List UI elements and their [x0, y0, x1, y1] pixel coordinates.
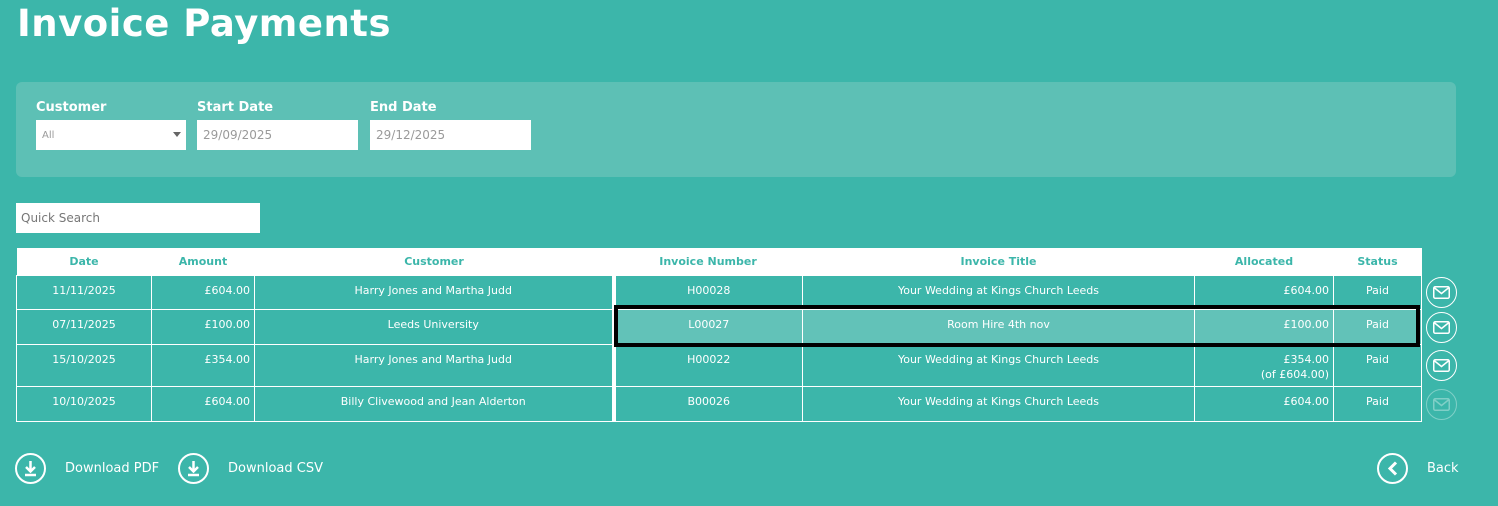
envelope-icon [1433, 321, 1450, 334]
email-button-disabled[interactable] [1426, 389, 1457, 420]
chevron-left-icon [1377, 452, 1408, 484]
start-date-label: Start Date [197, 100, 274, 115]
email-button[interactable] [1426, 277, 1457, 308]
end-date-value: 29/12/2025 [376, 128, 446, 142]
cell-invoice-title: Your Wedding at Kings Church Leeds [802, 274, 1195, 310]
table-row[interactable]: 15/10/2025 £354.00 Harry Jones and Marth… [16, 343, 1422, 387]
cell-invoice-title: Room Hire 4th nov [802, 308, 1195, 345]
column-header-invoice-number[interactable]: Invoice Number [613, 248, 803, 275]
chevron-down-icon [173, 132, 181, 137]
column-header-customer[interactable]: Customer [254, 248, 614, 275]
cell-status: Paid [1333, 385, 1422, 422]
cell-date: 07/11/2025 [16, 308, 152, 345]
cell-amount: £604.00 [151, 274, 255, 310]
cell-customer: Billy Clivewood and Jean Alderton [254, 385, 614, 422]
back-label: Back [1427, 460, 1459, 476]
start-date-filter: Start Date 29/09/2025 [197, 100, 358, 150]
column-header-date[interactable]: Date [16, 248, 152, 275]
cell-customer: Harry Jones and Martha Judd [254, 274, 614, 310]
cell-invoice-number: L00027 [611, 308, 803, 345]
customer-select-value: All [42, 129, 55, 141]
cell-allocated: £604.00 [1194, 274, 1334, 310]
column-header-invoice-title[interactable]: Invoice Title [802, 248, 1195, 275]
cell-allocated: £354.00 (of £604.00) [1194, 343, 1334, 387]
envelope-icon [1433, 398, 1450, 411]
cell-status: Paid [1333, 343, 1422, 387]
back-button[interactable]: Back [1377, 452, 1459, 484]
start-date-input[interactable]: 29/09/2025 [197, 120, 358, 150]
allocated-value: £354.00 [1283, 352, 1330, 366]
allocated-note: (of £604.00) [1260, 367, 1329, 381]
download-csv-label: Download CSV [228, 460, 323, 476]
page-title: Invoice Payments [17, 2, 392, 45]
download-pdf-label: Download PDF [65, 460, 160, 476]
download-icon [15, 452, 46, 484]
end-date-label: End Date [370, 100, 437, 115]
cell-amount: £100.00 [151, 308, 255, 345]
cell-invoice-title: Your Wedding at Kings Church Leeds [802, 343, 1195, 387]
download-icon [178, 452, 209, 484]
cell-status: Paid [1333, 308, 1422, 345]
cell-amount: £604.00 [151, 385, 255, 422]
search-input[interactable]: Quick Search [16, 203, 260, 233]
cell-date: 15/10/2025 [16, 343, 152, 387]
envelope-icon [1433, 359, 1450, 372]
start-date-value: 29/09/2025 [203, 128, 273, 142]
email-button[interactable] [1426, 312, 1457, 343]
table-row[interactable]: 11/11/2025 £604.00 Harry Jones and Marth… [16, 274, 1422, 310]
download-csv-button[interactable]: Download CSV [178, 452, 323, 484]
cell-invoice-title: Your Wedding at Kings Church Leeds [802, 385, 1195, 422]
allocated-value: £604.00 [1283, 394, 1330, 408]
allocated-value: £100.00 [1283, 317, 1330, 331]
cell-status: Paid [1333, 274, 1422, 310]
email-button[interactable] [1426, 350, 1457, 381]
filter-panel: Customer All Start Date 29/09/2025 End D… [16, 82, 1456, 177]
table-header-row: Date Amount Customer Invoice Number Invo… [16, 248, 1422, 275]
customer-filter: Customer All [36, 100, 186, 150]
cell-amount: £354.00 [151, 343, 255, 387]
column-header-amount[interactable]: Amount [151, 248, 255, 275]
cell-allocated: £604.00 [1194, 385, 1334, 422]
cell-customer: Harry Jones and Martha Judd [254, 343, 614, 387]
cell-customer: Leeds University [254, 308, 614, 345]
envelope-icon [1433, 286, 1450, 299]
column-header-status[interactable]: Status [1333, 248, 1422, 275]
table-row[interactable]: 10/10/2025 £604.00 Billy Clivewood and J… [16, 385, 1422, 422]
cell-allocated: £100.00 [1194, 308, 1334, 345]
table-row[interactable]: 07/11/2025 £100.00 Leeds University L000… [16, 308, 1422, 345]
download-pdf-button[interactable]: Download PDF [15, 452, 159, 484]
payments-table: Date Amount Customer Invoice Number Invo… [16, 248, 1422, 422]
end-date-filter: End Date 29/12/2025 [370, 100, 531, 150]
cell-invoice-number: H00022 [611, 343, 803, 387]
cell-date: 10/10/2025 [16, 385, 152, 422]
end-date-input[interactable]: 29/12/2025 [370, 120, 531, 150]
customer-filter-label: Customer [36, 100, 107, 115]
customer-select[interactable]: All [36, 120, 186, 150]
column-header-allocated[interactable]: Allocated [1194, 248, 1334, 275]
allocated-value: £604.00 [1283, 283, 1330, 297]
cell-date: 11/11/2025 [16, 274, 152, 310]
cell-invoice-number: H00028 [611, 274, 803, 310]
cell-invoice-number: B00026 [611, 385, 803, 422]
search-placeholder: Quick Search [21, 211, 100, 225]
